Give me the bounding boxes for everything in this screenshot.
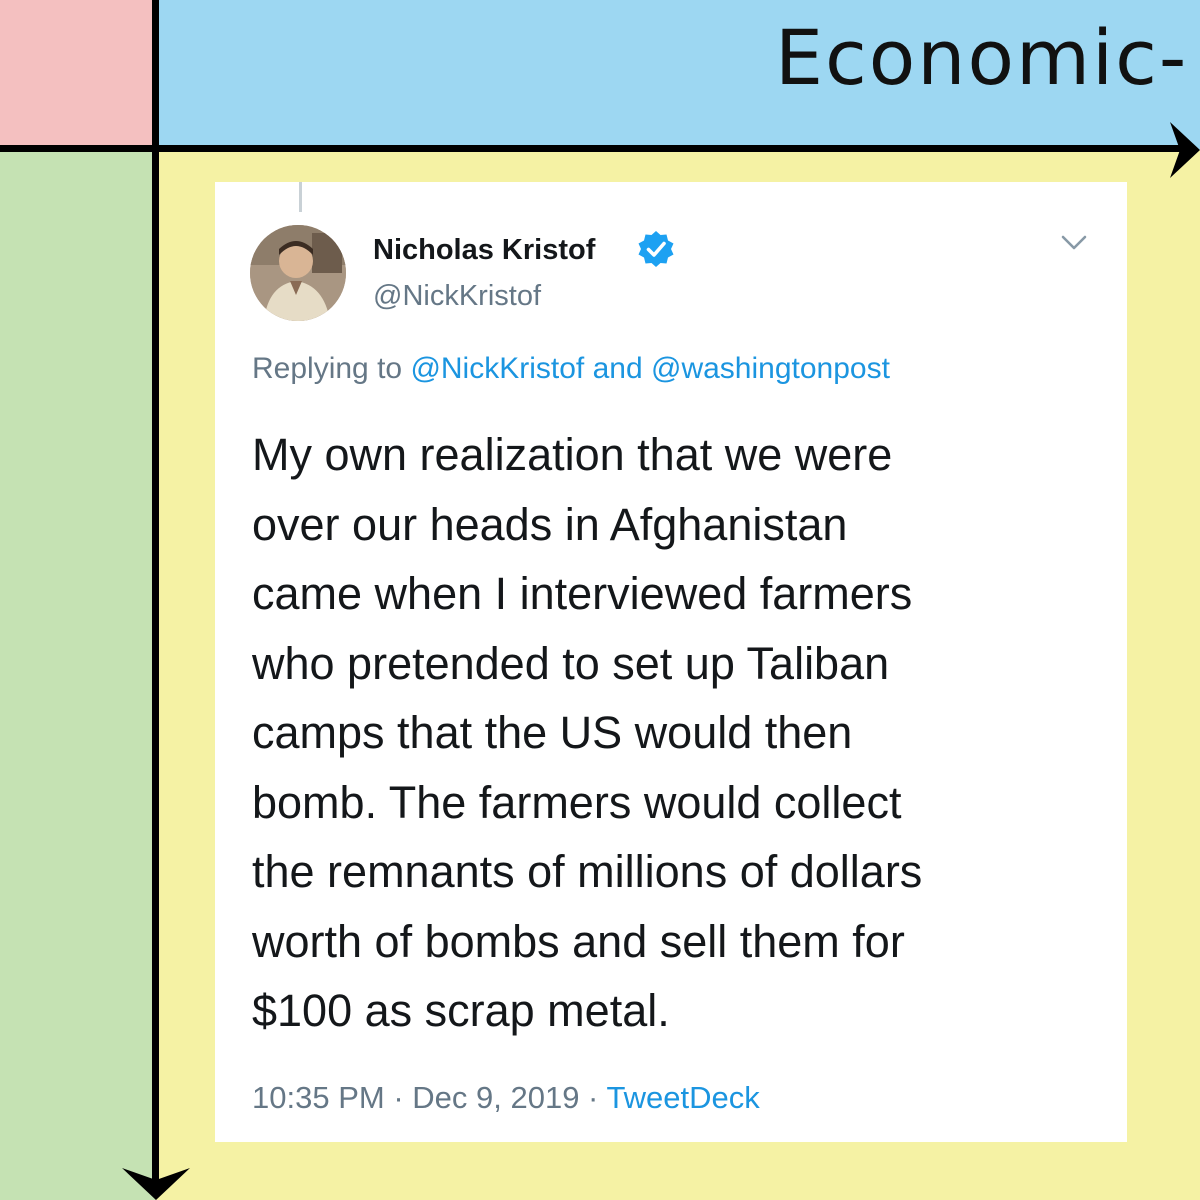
tweet-meta: 10:35 PM · Dec 9, 2019 · TweetDeck [252, 1080, 760, 1116]
verified-badge-icon [638, 231, 674, 267]
reply-mention-washingtonpost-link[interactable]: @washingtonpost [651, 352, 890, 385]
vertical-axis [152, 0, 159, 1190]
meta-separator: · [579, 1080, 607, 1115]
x-axis-label: Economic- [775, 13, 1189, 102]
reply-mention-author-link[interactable]: @NickKristof [410, 352, 584, 385]
quadrant-bottom-left [0, 150, 156, 1200]
chevron-down-icon[interactable] [1060, 234, 1088, 252]
horizontal-axis [0, 145, 1190, 152]
author-handle[interactable]: @NickKristof [373, 280, 541, 313]
tweet-card: Nicholas Kristof @NickKristof Replying t… [215, 182, 1127, 1142]
meta-separator: · [384, 1080, 413, 1115]
avatar[interactable] [250, 225, 346, 321]
tweet-date[interactable]: Dec 9, 2019 [412, 1080, 579, 1115]
reply-prefix: Replying to [252, 352, 411, 385]
tweet-time[interactable]: 10:35 PM [252, 1080, 385, 1115]
author-name[interactable]: Nicholas Kristof [373, 234, 595, 267]
reply-and-text: and [584, 352, 651, 385]
tweet-text: My own realization that we were over our… [252, 429, 923, 1036]
quadrant-top-left [0, 0, 156, 150]
tweet-source-link[interactable]: TweetDeck [606, 1080, 759, 1115]
arrow-right-icon [1170, 122, 1200, 178]
thread-connector-line [299, 182, 302, 212]
reply-context: Replying to @NickKristof and @washington… [252, 352, 890, 386]
arrow-down-icon [122, 1168, 190, 1200]
